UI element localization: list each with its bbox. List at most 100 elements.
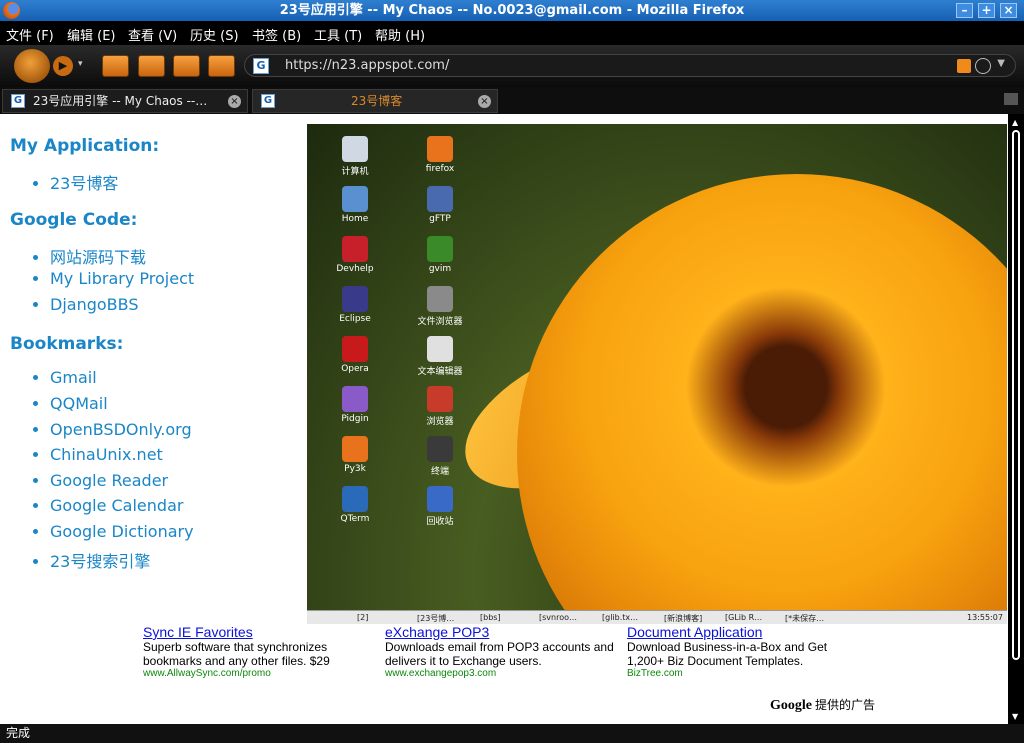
ad-body: Superb software that synchronizes bookma… xyxy=(143,640,330,668)
back-button-pumpkin-icon[interactable] xyxy=(14,49,50,83)
tab-close-icon[interactable]: × xyxy=(228,95,241,108)
link-chinaunix[interactable]: ChinaUnix.net xyxy=(50,445,300,471)
ad-title-link[interactable]: Sync IE Favorites xyxy=(143,624,383,640)
url-bar[interactable]: G https://n23.appspot.com/ ▼ xyxy=(244,54,1016,77)
desktop-icon-label: Pidgin xyxy=(341,414,369,424)
ad-url[interactable]: BizTree.com xyxy=(627,668,867,679)
desktop-icon-icons_right-0[interactable]: firefox xyxy=(405,136,475,174)
desktop-icon-icons_left-3[interactable]: Eclipse xyxy=(320,286,390,324)
ad-exchange-pop3: eXchange POP3 Downloads email from POP3 … xyxy=(385,624,625,679)
rss-feed-icon[interactable] xyxy=(957,59,971,73)
app-icon xyxy=(427,186,453,212)
desktop-icon-icons_right-3[interactable]: 文件浏览器 xyxy=(405,286,475,327)
menu-edit[interactable]: 编辑 (E) xyxy=(67,25,116,44)
tab-close-icon[interactable]: × xyxy=(478,95,491,108)
heading-google-code: Google Code: xyxy=(10,209,138,230)
ad-body: Download Business-in-a-Box and Get 1,200… xyxy=(627,640,828,668)
ad-title-link[interactable]: eXchange POP3 xyxy=(385,624,625,640)
menu-file[interactable]: 文件 (F) xyxy=(6,25,54,44)
maximize-button[interactable]: + xyxy=(978,3,995,18)
link-google-dictionary[interactable]: Google Dictionary xyxy=(50,522,300,548)
forward-button[interactable]: ▶ xyxy=(53,56,73,76)
home-button[interactable] xyxy=(208,55,235,77)
desktop-icon-icons_right-6[interactable]: 终端 xyxy=(405,436,475,477)
link-source-download[interactable]: 网站源码下载 xyxy=(50,244,300,270)
link-google-reader[interactable]: Google Reader xyxy=(50,471,300,497)
panel-task: [bbs] xyxy=(480,613,501,622)
desktop-icon-label: Py3k xyxy=(344,464,366,474)
desktop-icon-icons_left-4[interactable]: Opera xyxy=(320,336,390,374)
stop-button[interactable] xyxy=(138,55,165,77)
desktop-icon-label: Devhelp xyxy=(336,264,374,274)
heading-bookmarks: Bookmarks: xyxy=(10,334,124,355)
menu-bar: 文件 (F) 编辑 (E) 查看 (V) 历史 (S) 书签 (B) 工具 (T… xyxy=(0,21,1024,45)
desktop-icon-label: Opera xyxy=(341,364,369,374)
desktop-icon-icons_left-5[interactable]: Pidgin xyxy=(320,386,390,424)
new-tab-button[interactable] xyxy=(173,55,200,77)
scroll-down-icon[interactable]: ▼ xyxy=(1012,712,1018,721)
firefox-window: 23号应用引擎 -- My Chaos -- No.0023@gmail.com… xyxy=(0,0,1024,743)
desktop-icon-icons_right-2[interactable]: gvim xyxy=(405,236,475,274)
tab-bar: G 23号应用引擎 -- My Chaos --… × G 23号博客 × xyxy=(0,87,1024,114)
ad-document-application: Document Application Download Business-i… xyxy=(627,624,867,679)
desktop-icon-icons_right-5[interactable]: 浏览器 xyxy=(405,386,475,427)
menu-view[interactable]: 查看 (V) xyxy=(128,25,177,44)
go-icon[interactable] xyxy=(975,58,991,74)
tab-list-icon[interactable] xyxy=(1004,93,1018,105)
url-dropdown-icon[interactable]: ▼ xyxy=(997,58,1005,69)
app-icon xyxy=(342,436,368,462)
ad-title-link[interactable]: Document Application xyxy=(627,624,867,640)
desktop-icon-icons_left-2[interactable]: Devhelp xyxy=(320,236,390,274)
history-dropdown-icon[interactable]: ▾ xyxy=(78,59,83,69)
scroll-thumb[interactable] xyxy=(1012,130,1020,660)
vertical-scrollbar[interactable]: ▲ ▼ xyxy=(1008,114,1024,724)
tab-23-app-engine[interactable]: G 23号应用引擎 -- My Chaos --… × xyxy=(2,89,248,113)
desktop-icon-icons_right-4[interactable]: 文本编辑器 xyxy=(405,336,475,377)
desktop-icon-icons_left-6[interactable]: Py3k xyxy=(320,436,390,474)
link-qqmail[interactable]: QQMail xyxy=(50,394,300,420)
sidebar: My Application: 23号博客 Google Code: 网站源码下… xyxy=(10,136,300,573)
tab-favicon-icon: G xyxy=(11,94,25,108)
page-content: My Application: 23号博客 Google Code: 网站源码下… xyxy=(0,114,1008,724)
ad-url[interactable]: www.AllwaySync.com/promo xyxy=(143,668,383,679)
ad-url[interactable]: www.exchangepop3.com xyxy=(385,668,625,679)
desktop-icon-icons_right-7[interactable]: 回收站 xyxy=(405,486,475,527)
minimize-button[interactable]: – xyxy=(956,3,973,18)
link-gmail[interactable]: Gmail xyxy=(50,368,300,394)
tab-23-blog[interactable]: G 23号博客 × xyxy=(252,89,498,113)
menu-history[interactable]: 历史 (S) xyxy=(190,25,239,44)
site-favicon-icon: G xyxy=(253,58,269,74)
desktop-icon-icons_right-1[interactable]: gFTP xyxy=(405,186,475,224)
link-djangobbs[interactable]: DjangoBBS xyxy=(50,295,300,321)
menu-bookmarks[interactable]: 书签 (B) xyxy=(252,25,301,44)
link-23-search[interactable]: 23号搜索引擎 xyxy=(50,548,300,574)
app-icon xyxy=(427,236,453,262)
app-icon xyxy=(427,286,453,312)
url-text[interactable]: https://n23.appspot.com/ xyxy=(285,58,449,73)
desktop-icon-label: QTerm xyxy=(340,514,370,524)
panel-task: [新浪博客] xyxy=(664,614,703,623)
desktop-icon-label: 终端 xyxy=(430,467,449,477)
panel-task: [*未保存… xyxy=(785,614,825,623)
link-23-blog[interactable]: 23号博客 xyxy=(50,170,300,196)
desktop-icon-icons_left-1[interactable]: Home xyxy=(320,186,390,224)
link-openbsdonly[interactable]: OpenBSDOnly.org xyxy=(50,420,300,446)
reload-button[interactable] xyxy=(102,55,129,77)
app-icon xyxy=(342,336,368,362)
desktop-icon-icons_left-0[interactable]: 计算机 xyxy=(320,136,390,177)
panel-task: [svnroo… xyxy=(539,613,577,622)
app-icon xyxy=(342,136,368,162)
app-icon xyxy=(427,436,453,462)
link-google-calendar[interactable]: Google Calendar xyxy=(50,496,300,522)
ads-by-text: 提供的广告 xyxy=(815,698,876,712)
desktop-icon-icons_left-7[interactable]: QTerm xyxy=(320,486,390,524)
ads-by-google[interactable]: Google 提供的广告 xyxy=(770,696,875,714)
menu-tools[interactable]: 工具 (T) xyxy=(314,25,362,44)
navigation-toolbar: ▶ ▾ G https://n23.appspot.com/ ▼ xyxy=(0,45,1024,87)
menu-help[interactable]: 帮助 (H) xyxy=(375,25,425,44)
panel-task: [2] xyxy=(357,613,369,622)
ad-body: Downloads email from POP3 accounts and d… xyxy=(385,640,614,668)
link-my-library-project[interactable]: My Library Project xyxy=(50,269,300,295)
close-button[interactable]: × xyxy=(1000,3,1017,18)
scroll-up-icon[interactable]: ▲ xyxy=(1012,118,1018,127)
